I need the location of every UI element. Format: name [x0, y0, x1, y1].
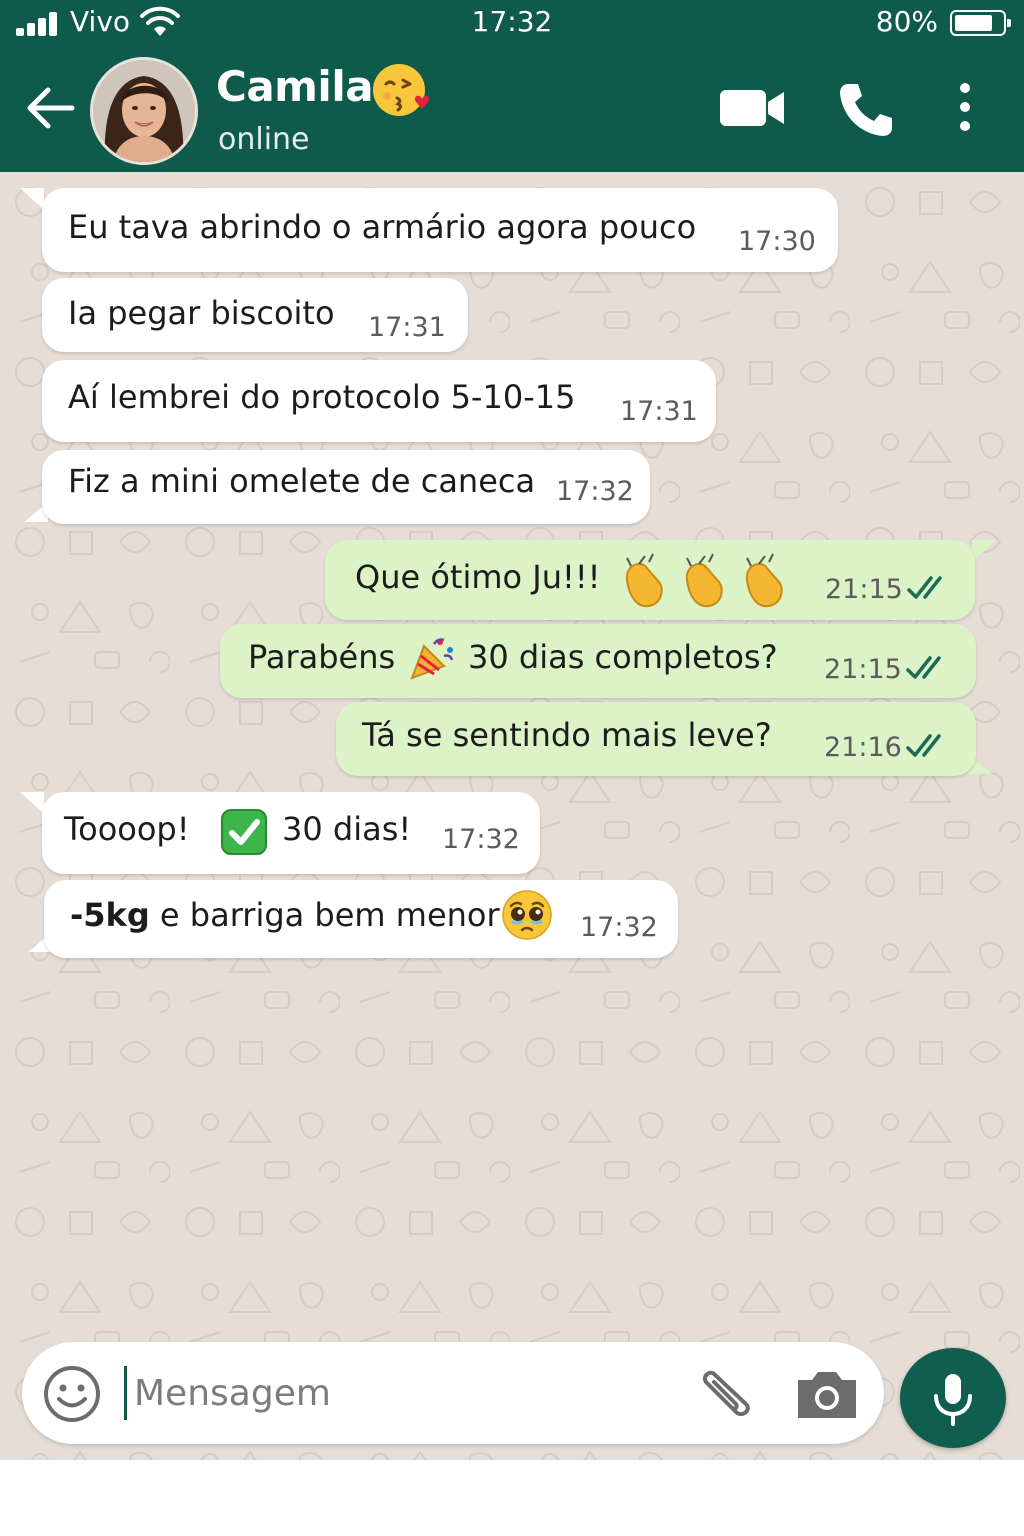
message-time: 17:32: [556, 476, 634, 507]
message-text: Fiz a mini omelete de caneca: [68, 462, 536, 500]
clapping-hands-emoji: [625, 553, 783, 608]
clock: 17:32: [471, 5, 553, 38]
contact-name[interactable]: Camila: [216, 62, 374, 111]
phone-icon[interactable]: [834, 78, 898, 142]
message-incoming[interactable]: Ia pegar biscoito 17:31: [42, 278, 468, 352]
message-time: 17:30: [738, 226, 816, 257]
read-receipt-icon: [907, 576, 942, 599]
message-text-group: -5kg e barriga bem menor: [70, 896, 500, 934]
message-time: 17:31: [620, 396, 698, 427]
message-text-after: 30 dias!: [282, 810, 412, 848]
camera-icon[interactable]: [794, 1366, 860, 1422]
contact-status: online: [218, 122, 310, 157]
message-text: Tá se sentindo mais leve?: [362, 716, 772, 754]
contact-photo: [93, 60, 195, 162]
bubble-tail: [20, 188, 44, 210]
bottom-safe-area: [0, 1460, 1024, 1536]
message-text: Ia pegar biscoito: [68, 294, 335, 332]
message-time: 21:16: [824, 732, 902, 763]
pleading-face-emoji: [502, 890, 552, 940]
message-incoming[interactable]: Fiz a mini omelete de caneca 17:32: [42, 450, 650, 524]
text-cursor: [124, 1366, 127, 1420]
message-text: Eu tava abrindo o armário agora pouco: [68, 208, 697, 246]
message-incoming[interactable]: Aí lembrei do protocolo 5-10-15 17:31: [42, 360, 716, 442]
message-bold-text: -5kg: [70, 896, 150, 934]
emoji-icon[interactable]: [42, 1364, 102, 1424]
avatar[interactable]: [90, 57, 198, 165]
status-bar: Vivo 17:32 80%: [0, 0, 1024, 46]
chat-header: Vivo 17:32 80% Camila online: [0, 0, 1024, 172]
message-incoming[interactable]: -5kg e barriga bem menor 17:32: [44, 880, 678, 958]
message-outgoing[interactable]: Tá se sentindo mais leve? 21:16: [336, 702, 976, 776]
message-time: 17:32: [442, 824, 520, 855]
battery-icon: [950, 10, 1011, 36]
read-receipt-icon: [906, 734, 941, 757]
message-time: 21:15: [825, 574, 903, 605]
message-text: Que ótimo Ju!!!: [355, 558, 601, 596]
message-time: 17:32: [580, 912, 658, 943]
chat-area[interactable]: Eu tava abrindo o armário agora pouco 17…: [0, 172, 1024, 1460]
microphone-button[interactable]: [900, 1348, 1006, 1448]
message-time: 17:31: [368, 312, 446, 343]
message-text: e barriga bem menor: [149, 896, 500, 934]
face-blowing-kiss-emoji: [373, 64, 430, 116]
message-outgoing[interactable]: Que ótimo Ju!!! 21:15: [325, 540, 975, 620]
bubble-tail: [20, 792, 44, 814]
message-input[interactable]: [132, 1360, 676, 1426]
message-text: Aí lembrei do protocolo 5-10-15: [68, 378, 576, 416]
message-text-before: Parabéns: [248, 638, 396, 676]
check-mark-button-emoji: [221, 809, 267, 855]
message-text-before: Toooop!: [64, 810, 190, 848]
message-composer: [22, 1342, 884, 1444]
message-incoming[interactable]: Eu tava abrindo o armário agora pouco 17…: [42, 188, 838, 272]
bubble-tail: [972, 540, 996, 562]
back-arrow-icon[interactable]: [22, 80, 78, 136]
read-receipt-icon: [906, 656, 941, 679]
more-options-icon[interactable]: [944, 80, 986, 136]
paperclip-icon[interactable]: [692, 1366, 758, 1422]
party-popper-emoji: [410, 638, 454, 680]
video-call-icon[interactable]: [718, 84, 788, 132]
message-incoming[interactable]: Toooop! 30 dias! 17:32: [42, 792, 540, 874]
microphone-icon: [934, 1374, 972, 1426]
message-time: 21:15: [824, 654, 902, 685]
battery-percentage: 80%: [875, 5, 938, 38]
message-text-after: 30 dias completos?: [468, 638, 778, 676]
message-outgoing[interactable]: Parabéns 30 dias completos? 21:15: [220, 624, 976, 698]
